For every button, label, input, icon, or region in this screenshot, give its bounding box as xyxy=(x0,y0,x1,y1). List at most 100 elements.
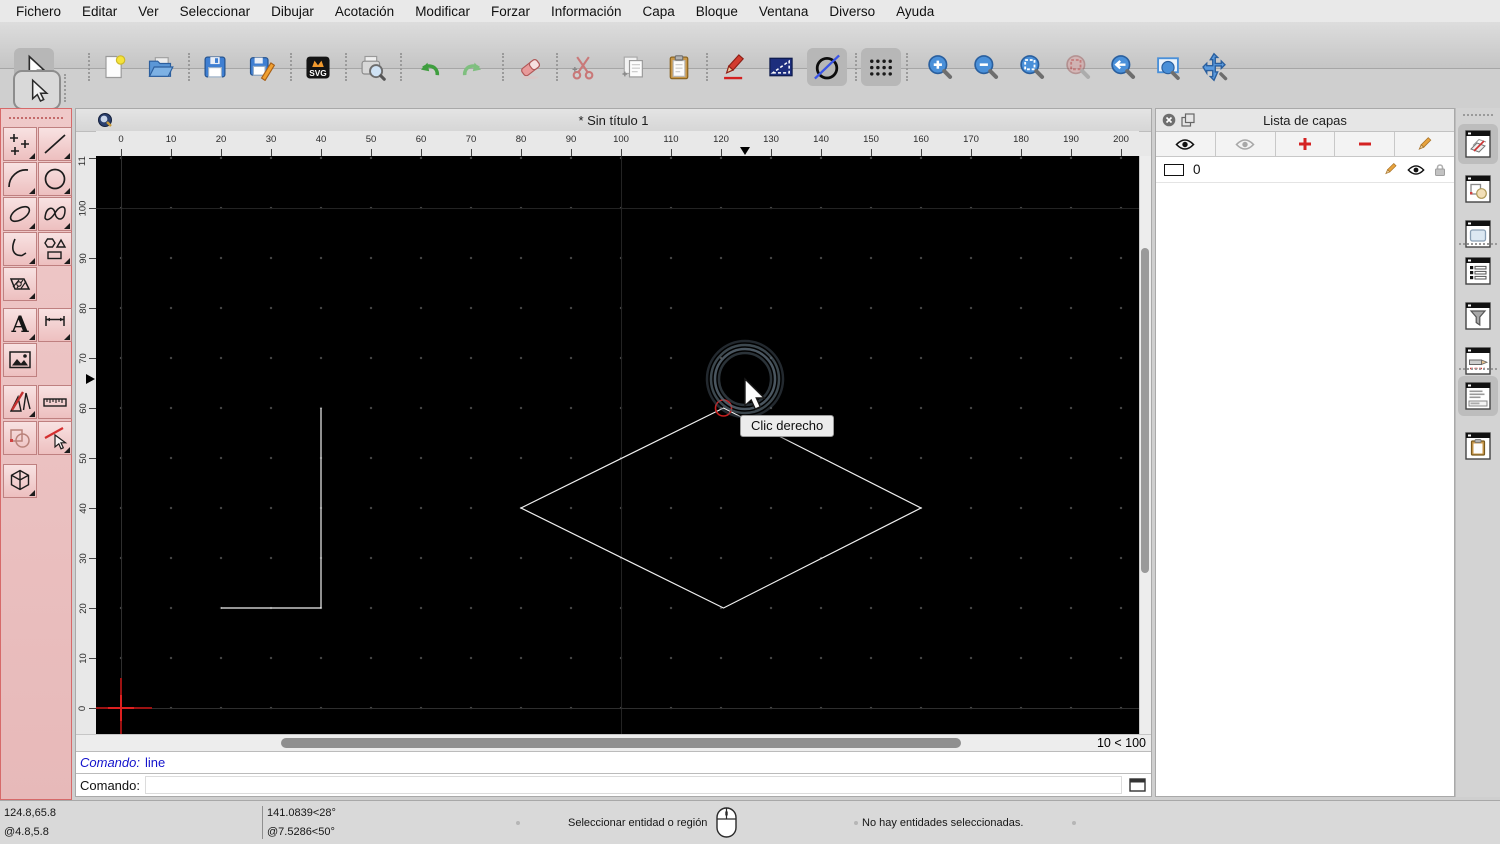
pan-button[interactable] xyxy=(1194,48,1234,86)
horizontal-scrollbar-thumb[interactable] xyxy=(281,738,961,748)
menu-item-ayuda[interactable]: Ayuda xyxy=(896,4,934,19)
menu-item-ver[interactable]: Ver xyxy=(138,4,158,19)
layer-color-swatch[interactable] xyxy=(1164,163,1184,176)
document-titlebar[interactable]: * Sin título 1 xyxy=(76,109,1151,132)
snap-select-button[interactable] xyxy=(13,70,61,110)
vruler-tick xyxy=(89,558,96,559)
tool-circle-button[interactable] xyxy=(38,162,72,196)
print-preview-button[interactable] xyxy=(352,48,392,86)
menu-item-bloque[interactable]: Bloque xyxy=(696,4,738,19)
export-svg-button[interactable]: SVG xyxy=(298,48,338,86)
redo-button[interactable] xyxy=(454,48,494,86)
file-open-button[interactable] xyxy=(140,48,180,86)
tool-hatch-button[interactable] xyxy=(3,267,37,301)
menu-item-acotacion[interactable]: Acotación xyxy=(335,4,394,19)
menu-item-diverso[interactable]: Diverso xyxy=(829,4,875,19)
zoom-out-button[interactable] xyxy=(965,48,1005,86)
menu-item-seleccionar[interactable]: Seleccionar xyxy=(180,4,251,19)
menu-item-ventana[interactable]: Ventana xyxy=(759,4,809,19)
tool-dimension-button[interactable] xyxy=(38,308,72,342)
vruler-tick xyxy=(89,658,96,659)
hruler-label: 140 xyxy=(813,134,829,145)
close-icon[interactable] xyxy=(1162,113,1176,127)
dock-command-widget-button[interactable] xyxy=(1458,376,1498,416)
delete-button[interactable] xyxy=(510,48,550,86)
pen-edit-button[interactable] xyxy=(714,48,754,86)
tool-modify-button[interactable] xyxy=(3,421,37,455)
measure-button[interactable] xyxy=(761,48,801,86)
edit-layer-button[interactable] xyxy=(1395,132,1454,156)
tool-polyline-button[interactable] xyxy=(3,232,37,266)
tool-ellipse-button[interactable] xyxy=(3,197,37,231)
file-save-as-button[interactable] xyxy=(241,48,281,86)
dock-drag-handle[interactable] xyxy=(1463,114,1493,116)
command-dock-button[interactable] xyxy=(1127,778,1147,793)
layers-toolbar xyxy=(1156,132,1454,157)
hruler-label: 80 xyxy=(515,134,527,145)
menu-item-editar[interactable]: Editar xyxy=(82,4,117,19)
snap-grid-button[interactable] xyxy=(861,48,901,86)
menu-item-forzar[interactable]: Forzar xyxy=(491,4,530,19)
file-save-button[interactable] xyxy=(195,48,235,86)
dock-block-list-button[interactable] xyxy=(1458,169,1498,209)
show-all-layers-button[interactable] xyxy=(1156,132,1216,156)
vruler-tick xyxy=(89,708,96,709)
action-hint: Seleccionar entidad o región xyxy=(568,817,708,829)
add-layer-button[interactable] xyxy=(1275,132,1336,156)
tool-polygon-button[interactable] xyxy=(38,232,72,266)
vertical-scrollbar[interactable] xyxy=(1139,156,1151,734)
zoom-in-button[interactable] xyxy=(919,48,959,86)
hatch-icon xyxy=(9,278,31,290)
tool-text-button[interactable]: A xyxy=(3,308,37,342)
menu-item-dibujar[interactable]: Dibujar xyxy=(271,4,314,19)
tool-delete-button[interactable] xyxy=(38,421,72,455)
menu-item-modificar[interactable]: Modificar xyxy=(415,4,470,19)
tool-spline-button[interactable] xyxy=(38,197,72,231)
tool-arc-button[interactable] xyxy=(3,162,37,196)
minus-icon xyxy=(1358,142,1371,146)
hide-all-layers-button[interactable] xyxy=(1215,132,1276,156)
dock-pen-palette-button[interactable] xyxy=(1458,341,1498,381)
statusbar-handle-dot xyxy=(516,821,520,825)
block-list-window-icon xyxy=(1465,175,1491,203)
drawing-canvas[interactable]: Clic derecho xyxy=(96,156,1139,734)
tool-line-button[interactable] xyxy=(38,127,72,161)
paste-button[interactable] xyxy=(659,48,699,86)
horizontal-scrollbar[interactable]: 10 < 100 xyxy=(76,734,1151,751)
undo-button[interactable] xyxy=(408,48,448,86)
copy-button[interactable] xyxy=(613,48,653,86)
zoom-window-button[interactable] xyxy=(1148,48,1188,86)
tool-points-button[interactable] xyxy=(3,127,37,161)
restrict-nothing-button[interactable] xyxy=(807,48,847,86)
zoom-selection-button[interactable] xyxy=(1057,48,1097,86)
menu-item-informacion[interactable]: Información xyxy=(551,4,622,19)
layer-lock-icon[interactable] xyxy=(1434,163,1446,177)
dock-entity-list-button[interactable] xyxy=(1458,251,1498,291)
vruler-label: 110 xyxy=(77,156,89,166)
zoom-previous-button[interactable] xyxy=(1102,48,1142,86)
menu-item-fichero[interactable]: Fichero xyxy=(16,4,61,19)
palette-drag-handle[interactable] xyxy=(9,117,63,119)
file-new-button[interactable] xyxy=(93,48,133,86)
tool-image-button[interactable] xyxy=(3,343,37,377)
layer-visibility-eye-icon[interactable] xyxy=(1407,164,1425,176)
vertical-scrollbar-thumb[interactable] xyxy=(1141,248,1149,573)
spline-icon xyxy=(44,206,66,221)
vruler-label: 60 xyxy=(77,402,89,414)
tool-draw-tools-button[interactable] xyxy=(3,385,37,419)
detach-icon[interactable] xyxy=(1181,113,1195,127)
remove-layer-button[interactable] xyxy=(1335,132,1396,156)
tool-ruler-button[interactable] xyxy=(38,385,72,419)
tool-box3d-button[interactable] xyxy=(3,464,37,498)
layer-row[interactable]: 0 xyxy=(1156,157,1454,183)
dock-selection-filter-button[interactable] xyxy=(1458,296,1498,336)
command-input[interactable] xyxy=(144,776,1122,794)
menu-item-capa[interactable]: Capa xyxy=(643,4,675,19)
dock-layer-list-button[interactable] xyxy=(1458,124,1498,164)
layer-edit-pencil-icon[interactable] xyxy=(1383,162,1398,177)
dock-library-browser-button[interactable] xyxy=(1458,214,1498,254)
zoom-auto-button[interactable] xyxy=(1011,48,1051,86)
pencil-icon xyxy=(1418,136,1432,150)
dock-clipboard-button[interactable] xyxy=(1458,426,1498,466)
cut-button[interactable] xyxy=(563,48,603,86)
